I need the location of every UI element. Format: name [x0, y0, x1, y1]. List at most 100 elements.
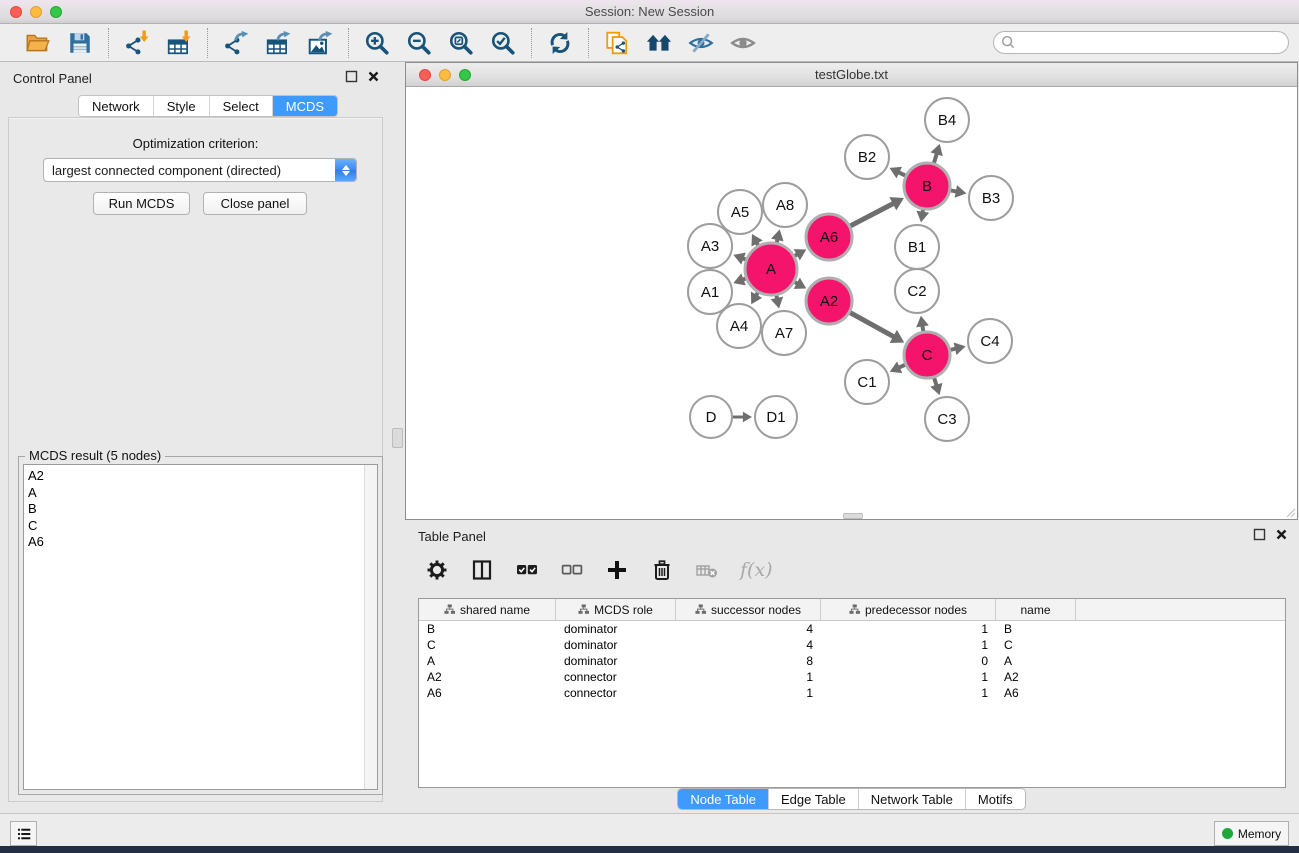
tab-network[interactable]: Network — [79, 96, 154, 116]
export-image-icon[interactable] — [306, 29, 334, 57]
table-row[interactable]: Cdominator41C — [419, 637, 1285, 653]
column-header-successor-nodes[interactable]: successor nodes — [676, 599, 821, 620]
import-table-icon[interactable] — [165, 29, 193, 57]
edge-C-C3[interactable] — [934, 378, 936, 386]
tab-motifs[interactable]: Motifs — [966, 789, 1025, 809]
new-network-from-selection-icon[interactable] — [603, 29, 631, 57]
result-item[interactable]: A — [24, 485, 377, 502]
search-field[interactable] — [993, 31, 1289, 54]
tab-edge-table[interactable]: Edge Table — [769, 789, 859, 809]
tab-select[interactable]: Select — [210, 96, 273, 116]
float-table-panel-icon[interactable] — [1253, 528, 1266, 544]
memory-label: Memory — [1238, 827, 1281, 841]
tab-style[interactable]: Style — [154, 96, 210, 116]
table-panel: Table Panel f(x) shared nameMCDS rolesuc… — [405, 520, 1298, 813]
node-table-body: Bdominator41BCdominator41CAdominator80AA… — [419, 621, 1285, 701]
edge-C-C1[interactable] — [899, 365, 905, 368]
table-cell: A2 — [996, 670, 1076, 684]
network-window-title: testGlobe.txt — [406, 67, 1297, 82]
memory-button[interactable]: Memory — [1214, 821, 1289, 846]
result-item[interactable]: B — [24, 501, 377, 518]
refresh-icon[interactable] — [546, 29, 574, 57]
float-panel-icon[interactable] — [345, 70, 358, 86]
table-toolbar: f(x) — [405, 546, 1298, 594]
table-cell: 1 — [676, 670, 821, 684]
column-header-predecessor-nodes[interactable]: predecessor nodes — [821, 599, 996, 620]
settings-gear-icon[interactable] — [423, 556, 451, 584]
column-header-name[interactable]: name — [996, 599, 1076, 620]
zoom-fit-icon[interactable] — [447, 29, 475, 57]
search-input[interactable] — [1015, 34, 1288, 52]
table-row[interactable]: Adominator80A — [419, 653, 1285, 669]
zoom-in-icon[interactable] — [363, 29, 391, 57]
table-row[interactable]: A6connector11A6 — [419, 685, 1285, 701]
export-table-icon[interactable] — [264, 29, 292, 57]
column-header-shared-name[interactable]: shared name — [419, 599, 556, 620]
open-file-icon[interactable] — [24, 29, 52, 57]
table-row[interactable]: Bdominator41B — [419, 621, 1285, 637]
result-scrollbar[interactable] — [364, 465, 377, 789]
node-label-C4: C4 — [980, 333, 999, 350]
search-icon — [1000, 34, 1015, 52]
arrowhead-icon — [916, 316, 929, 328]
close-panel-icon[interactable] — [367, 70, 380, 86]
table-row[interactable]: A2connector11A2 — [419, 669, 1285, 685]
show-all-icon[interactable] — [729, 29, 757, 57]
import-network-icon[interactable] — [123, 29, 151, 57]
horizontal-split-handle[interactable] — [843, 513, 863, 519]
node-label-C1: C1 — [857, 374, 876, 391]
table-cell: C — [996, 638, 1076, 652]
table-cell: A — [996, 654, 1076, 668]
save-session-icon[interactable] — [66, 29, 94, 57]
hide-selected-icon[interactable] — [687, 29, 715, 57]
network-graph[interactable]: AA1A2A3A4A5A6A7A8BB1B2B3B4CC1C2C3C4DD1 — [406, 87, 1297, 519]
vertical-split-handle[interactable] — [392, 428, 403, 448]
node-table[interactable]: shared nameMCDS rolesuccessor nodesprede… — [418, 598, 1286, 788]
task-history-button[interactable] — [10, 821, 37, 846]
edge-B-B4[interactable] — [934, 153, 937, 163]
close-panel-button[interactable]: Close panel — [203, 192, 307, 215]
column-layout-icon[interactable] — [468, 556, 496, 584]
control-panel-title: Control Panel — [13, 71, 92, 86]
node-label-B1: B1 — [908, 239, 926, 256]
node-label-A8: A8 — [776, 197, 794, 214]
network-window-titlebar[interactable]: testGlobe.txt — [406, 63, 1297, 87]
tab-mcds[interactable]: MCDS — [273, 96, 337, 116]
resize-grip-icon[interactable] — [1284, 506, 1296, 518]
mcds-tab-content: Optimization criterion: largest connecte… — [8, 117, 383, 802]
tab-network-table[interactable]: Network Table — [859, 789, 966, 809]
delete-column-icon[interactable] — [648, 556, 676, 584]
network-canvas[interactable]: AA1A2A3A4A5A6A7A8BB1B2B3B4CC1C2C3C4DD1 — [406, 87, 1297, 519]
app-title: Session: New Session — [0, 4, 1299, 19]
memory-status-icon — [1222, 828, 1233, 839]
result-item[interactable]: A6 — [24, 534, 377, 551]
result-item[interactable]: A2 — [24, 468, 377, 485]
node-label-A1: A1 — [701, 284, 719, 301]
deselect-all-icon[interactable] — [558, 556, 586, 584]
add-column-icon[interactable] — [603, 556, 631, 584]
edge-B-B2[interactable] — [898, 172, 905, 175]
first-neighbors-icon[interactable] — [645, 29, 673, 57]
run-mcds-button[interactable]: Run MCDS — [93, 192, 190, 215]
edge-A6-B[interactable] — [850, 203, 893, 226]
optimization-criterion-select[interactable]: largest connected component (directed) — [43, 158, 357, 182]
node-label-B4: B4 — [938, 112, 956, 129]
column-header-MCDS-role[interactable]: MCDS role — [556, 599, 676, 620]
tree-icon — [849, 604, 860, 615]
close-table-panel-icon[interactable] — [1275, 528, 1288, 544]
zoom-out-icon[interactable] — [405, 29, 433, 57]
edge-A2-C[interactable] — [850, 313, 894, 337]
node-label-D1: D1 — [766, 409, 785, 426]
node-label-A4: A4 — [730, 318, 748, 335]
tab-node-table[interactable]: Node Table — [678, 789, 769, 809]
zoom-selected-icon[interactable] — [489, 29, 517, 57]
table-cell: 4 — [676, 622, 821, 636]
table-panel-title: Table Panel — [418, 529, 486, 544]
mcds-result-list[interactable]: A2ABCA6 — [23, 464, 378, 790]
optimization-criterion-label: Optimization criterion: — [9, 136, 382, 151]
select-all-icon[interactable] — [513, 556, 541, 584]
export-network-icon[interactable] — [222, 29, 250, 57]
function-builder-button[interactable]: f(x) — [740, 559, 773, 581]
node-label-B3: B3 — [982, 190, 1000, 207]
result-item[interactable]: C — [24, 518, 377, 535]
